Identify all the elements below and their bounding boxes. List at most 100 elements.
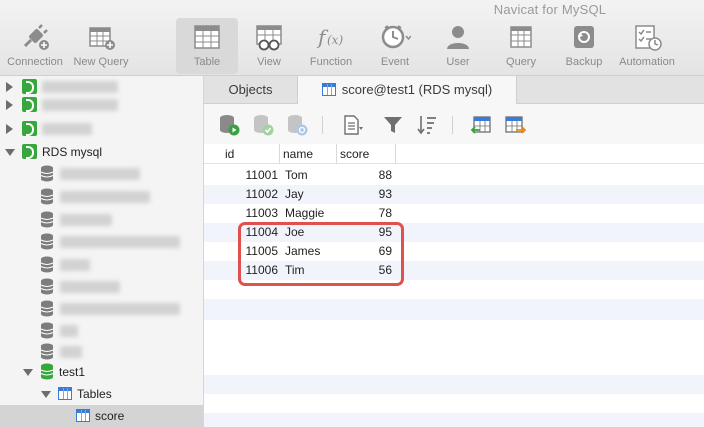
tab-objects[interactable]: Objects	[204, 76, 297, 104]
redacted-label	[42, 81, 118, 93]
empty-row	[204, 394, 704, 413]
tree-connection-item[interactable]	[0, 94, 203, 116]
redacted-label	[60, 346, 82, 358]
table-row[interactable]: 11002 Jay 93	[204, 185, 704, 204]
database-icon	[40, 233, 54, 250]
query-button[interactable]: Query	[490, 18, 552, 74]
event-label: Event	[380, 56, 410, 68]
cell-name[interactable]: Jay	[285, 185, 337, 204]
tree-database-item[interactable]	[0, 163, 203, 185]
disclosure-down-icon[interactable]	[23, 369, 33, 376]
tree-database-item[interactable]	[0, 298, 203, 320]
column-header-id[interactable]: id	[222, 144, 280, 164]
table-icon	[321, 83, 336, 96]
tree-tables-group[interactable]: Tables	[0, 383, 203, 405]
tab-score-table[interactable]: score@test1 (RDS mysql)	[297, 76, 517, 105]
redacted-label	[60, 281, 120, 293]
cell-score[interactable]: 88	[337, 166, 392, 185]
table-button[interactable]: Table	[176, 18, 238, 74]
table-row[interactable]: 11001 Tom 88	[204, 166, 704, 185]
tree-database-item[interactable]	[0, 209, 203, 231]
navigation-sidebar: RDS mysql test1 Tables score	[0, 76, 204, 427]
redacted-label	[60, 236, 180, 248]
database-icon	[40, 343, 54, 360]
empty-row	[204, 413, 704, 427]
redacted-label	[60, 191, 150, 203]
user-button[interactable]: User	[427, 18, 489, 74]
commit-icon[interactable]	[252, 114, 274, 136]
grid-header: id name score	[204, 144, 704, 164]
sort-icon[interactable]	[416, 114, 438, 136]
user-label: User	[446, 56, 470, 68]
connection-icon	[22, 79, 37, 94]
tree-connection-rds-mysql[interactable]: RDS mysql	[0, 141, 203, 163]
backup-button[interactable]: Backup	[553, 18, 615, 74]
view-button[interactable]: View	[238, 18, 300, 74]
toolbar-separator	[322, 116, 323, 134]
cell-score[interactable]: 78	[337, 204, 392, 223]
tab-bar: Objects score@test1 (RDS mysql)	[204, 76, 704, 105]
connection-icon	[22, 121, 37, 136]
function-button[interactable]: f (x) Function	[300, 18, 362, 74]
tree-database-item[interactable]	[0, 186, 203, 208]
redacted-label	[60, 325, 78, 337]
automation-button[interactable]: Automation	[616, 18, 678, 74]
tab-score-label: score@test1 (RDS mysql)	[341, 82, 493, 97]
begin-transaction-icon[interactable]	[218, 114, 240, 136]
disclosure-down-icon[interactable]	[5, 149, 15, 156]
cell-name[interactable]: Maggie	[285, 204, 337, 223]
table-name: score	[95, 409, 125, 423]
disclosure-right-icon[interactable]	[6, 124, 13, 134]
backup-label: Backup	[565, 56, 603, 68]
cell-name[interactable]: Tom	[285, 166, 337, 185]
cell-id[interactable]: 11002	[222, 185, 278, 204]
database-icon	[40, 278, 54, 295]
function-label: Function	[309, 56, 353, 68]
tree-connection-item[interactable]	[0, 118, 203, 140]
rollback-icon[interactable]	[286, 114, 308, 136]
tree-database-test1[interactable]: test1	[0, 361, 203, 383]
table-row[interactable]: 11003 Maggie 78	[204, 204, 704, 223]
disclosure-right-icon[interactable]	[6, 82, 13, 92]
svg-text:(x): (x)	[327, 33, 343, 47]
tree-database-item[interactable]	[0, 231, 203, 253]
export-icon[interactable]	[504, 114, 526, 136]
connection-button[interactable]: Connection	[4, 18, 66, 74]
tree-table-score[interactable]: score	[0, 405, 203, 427]
connection-name: RDS mysql	[42, 145, 103, 159]
new-query-button[interactable]: New Query	[70, 18, 132, 74]
cell-id[interactable]: 11001	[222, 166, 278, 185]
column-header-score[interactable]: score	[337, 144, 396, 164]
redacted-label	[60, 214, 112, 226]
tree-database-item[interactable]	[0, 276, 203, 298]
cell-score[interactable]: 93	[337, 185, 392, 204]
tree-database-item[interactable]	[0, 254, 203, 276]
table-icon	[76, 409, 90, 422]
row-divider	[204, 318, 704, 320]
database-icon	[40, 211, 54, 228]
connection-icon	[22, 144, 37, 159]
tree-database-item[interactable]	[0, 320, 203, 342]
cell-id[interactable]: 11003	[222, 204, 278, 223]
disclosure-down-icon[interactable]	[41, 391, 51, 398]
redacted-label	[42, 99, 118, 111]
disclosure-right-icon[interactable]	[6, 100, 13, 110]
empty-row	[204, 337, 704, 356]
redacted-label	[60, 259, 90, 271]
new-query-icon	[89, 27, 115, 50]
empty-row	[204, 299, 704, 318]
text-view-icon[interactable]	[342, 114, 364, 136]
toolbar-separator	[452, 116, 453, 134]
query-label: Query	[506, 56, 536, 68]
tables-icon	[58, 387, 72, 400]
window-title: Navicat for MySQL	[493, 2, 607, 17]
tree-database-item[interactable]	[0, 341, 203, 363]
database-icon	[40, 363, 54, 380]
import-icon[interactable]	[470, 114, 492, 136]
connection-icon	[22, 97, 37, 112]
event-button[interactable]: Event	[364, 18, 426, 74]
filter-icon[interactable]	[382, 114, 404, 136]
view-label: View	[257, 56, 281, 68]
column-header-name[interactable]: name	[280, 144, 337, 164]
backup-icon	[574, 26, 594, 48]
